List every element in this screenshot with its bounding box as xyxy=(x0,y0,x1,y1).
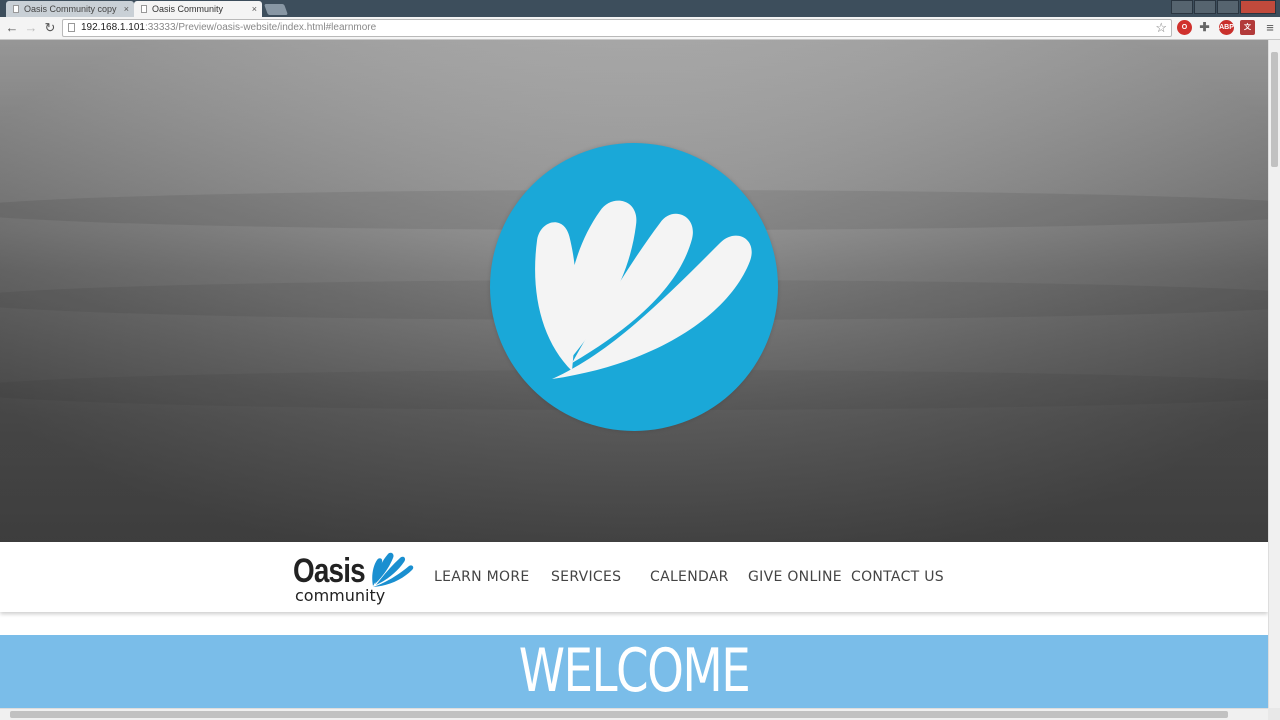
tab-strip: Oasis Community copy × Oasis Community × xyxy=(0,0,1280,17)
nav-services[interactable]: SERVICES xyxy=(551,542,621,612)
back-button[interactable]: ← xyxy=(4,20,20,36)
hero-logo xyxy=(490,143,778,431)
welcome-heading: WELCOME xyxy=(518,636,751,706)
page-icon xyxy=(68,23,75,32)
nav-calendar[interactable]: CALENDAR xyxy=(650,542,729,612)
browser-toolbar: ← → ↻ 192.168.1.101:33333/Preview/oasis-… xyxy=(0,17,1280,40)
vertical-scroll-thumb[interactable] xyxy=(1271,52,1278,167)
address-bar[interactable]: 192.168.1.101:33333/Preview/oasis-websit… xyxy=(62,19,1172,37)
brand-logo[interactable]: Oasis community xyxy=(293,548,414,608)
page-viewport: Oasis community LEARN MORE SERVICES CALE… xyxy=(0,40,1268,708)
page-favicon-icon xyxy=(13,5,19,13)
nav-contact-us[interactable]: CONTACT US xyxy=(851,542,944,612)
brand-subtitle: community xyxy=(295,586,386,605)
chrome-menu-icon[interactable]: ≡ xyxy=(1262,20,1278,36)
nav-learn-more[interactable]: LEARN MORE xyxy=(434,542,530,612)
window-close-button[interactable] xyxy=(1240,0,1276,14)
bookmark-star-icon[interactable]: ☆ xyxy=(1155,20,1167,36)
page-favicon-icon xyxy=(141,5,147,13)
opera-icon[interactable]: O xyxy=(1177,20,1192,35)
address-url: 192.168.1.101:33333/Preview/oasis-websit… xyxy=(81,22,377,33)
vertical-scrollbar[interactable] xyxy=(1268,40,1280,708)
tab-oasis-community[interactable]: Oasis Community × xyxy=(134,1,262,17)
maximize-button[interactable] xyxy=(1217,0,1239,14)
minimize-button[interactable] xyxy=(1194,0,1216,14)
puzzle-icon[interactable]: ✚ xyxy=(1197,20,1212,35)
welcome-section: WELCOME xyxy=(0,635,1268,708)
hero-section xyxy=(0,40,1268,542)
brand-name: Oasis xyxy=(293,552,366,590)
tab-close-icon[interactable]: × xyxy=(124,1,129,17)
horizontal-scroll-thumb[interactable] xyxy=(10,711,1228,718)
forward-button[interactable]: → xyxy=(23,20,39,36)
tab-label: Oasis Community copy xyxy=(24,4,117,14)
new-tab-button[interactable] xyxy=(263,4,289,15)
abp-icon[interactable]: ABP xyxy=(1219,20,1234,35)
reload-button[interactable]: ↻ xyxy=(42,20,58,36)
translate-icon[interactable]: 文 xyxy=(1240,20,1255,35)
brand-petals-icon xyxy=(372,552,414,587)
scrollbar-corner xyxy=(1268,708,1280,720)
tab-oasis-community-copy[interactable]: Oasis Community copy × xyxy=(6,1,134,17)
user-profile-button[interactable] xyxy=(1171,0,1193,14)
horizontal-scrollbar[interactable] xyxy=(0,708,1268,720)
tab-label: Oasis Community xyxy=(152,4,224,14)
logo-petals-icon xyxy=(535,200,752,379)
tab-close-icon[interactable]: × xyxy=(252,1,257,17)
window-controls xyxy=(1171,0,1276,14)
site-navbar: Oasis community LEARN MORE SERVICES CALE… xyxy=(0,542,1268,612)
nav-give-online[interactable]: GIVE ONLINE xyxy=(748,542,842,612)
